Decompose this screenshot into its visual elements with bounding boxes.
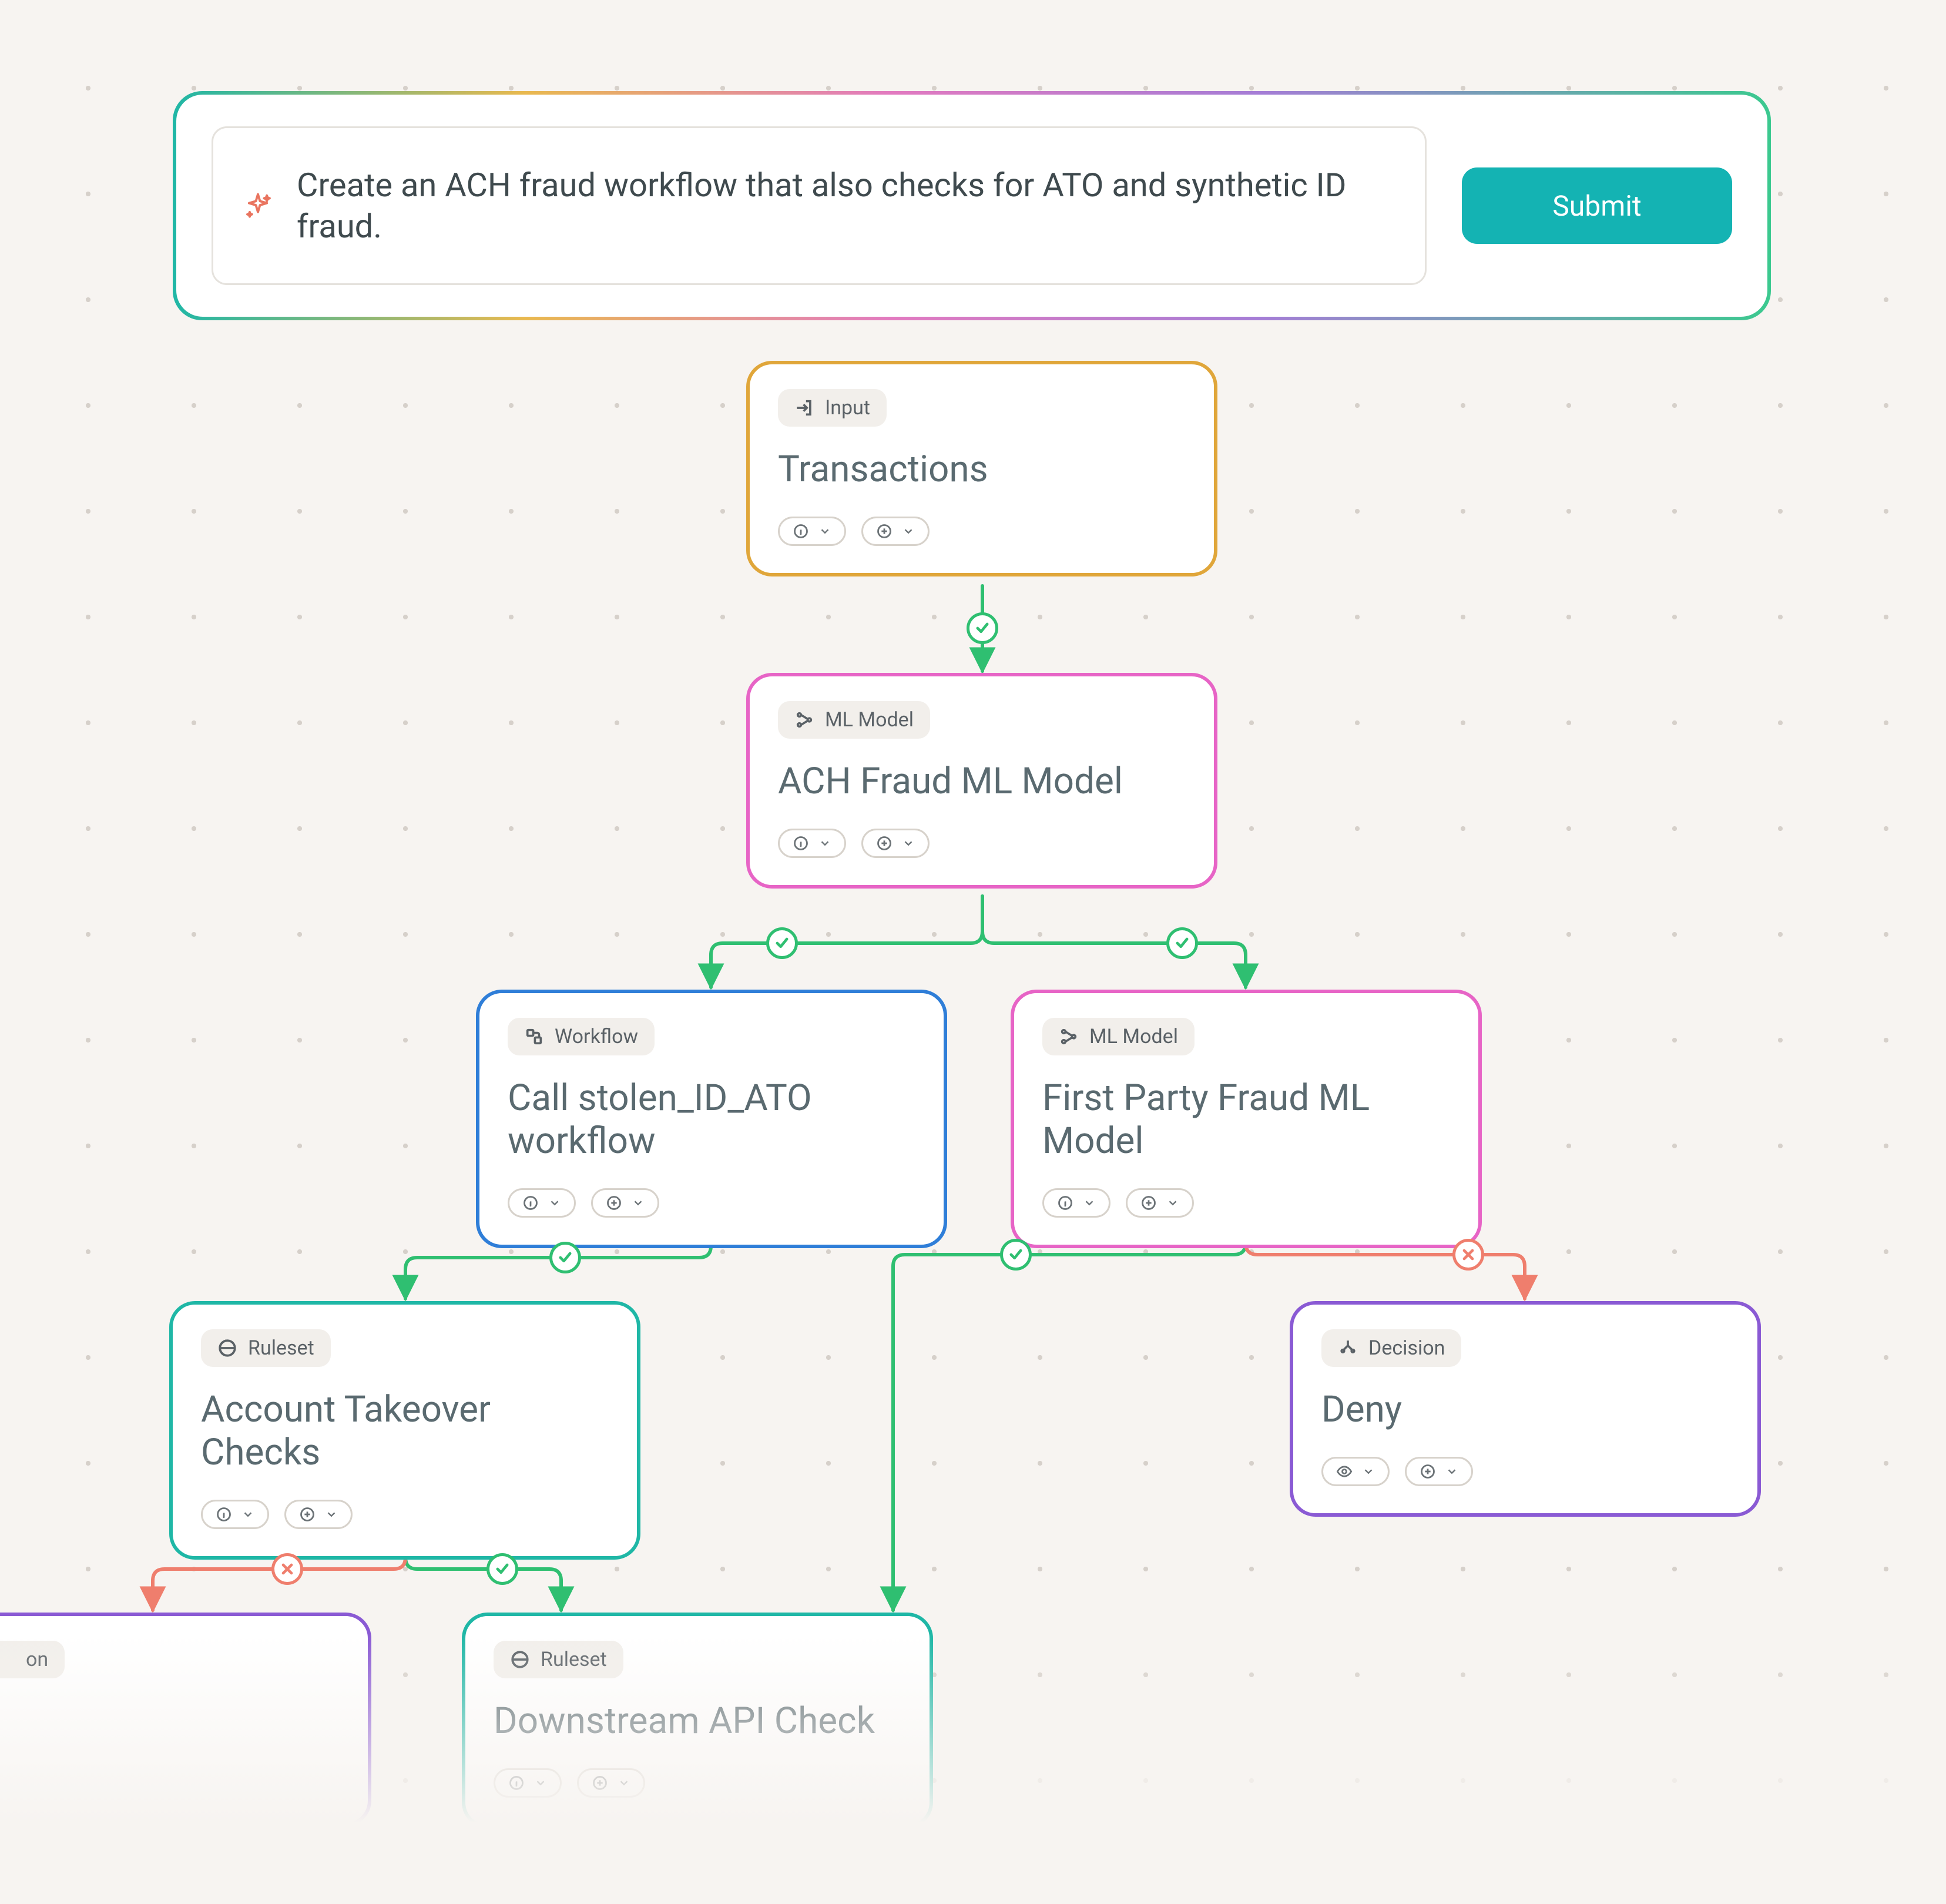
node-info-pill[interactable] [778, 829, 846, 858]
node-add-pill[interactable] [861, 517, 930, 546]
decision-icon [1338, 1338, 1358, 1358]
node-add-pill[interactable] [577, 1768, 645, 1798]
submit-button[interactable]: Submit [1462, 167, 1732, 244]
node-partial-decision[interactable]: on [0, 1613, 371, 1826]
node-downstream-api-check[interactable]: Ruleset Downstream API Check [462, 1613, 933, 1828]
input-icon [794, 398, 814, 418]
prompt-input[interactable]: Create an ACH fraud workflow that also c… [212, 126, 1427, 285]
chevron-down-icon [902, 525, 915, 538]
tag-label: Decision [1368, 1336, 1445, 1360]
node-title: Transactions [778, 448, 1186, 491]
chevron-down-icon [818, 837, 831, 850]
info-icon [793, 835, 809, 852]
node-first-party-fraud-model[interactable]: ML Model First Party Fraud ML Model [1011, 990, 1482, 1248]
node-tag-decision-partial: on [0, 1641, 65, 1678]
edge-badge-ok [486, 1553, 518, 1585]
node-stolen-id-workflow[interactable]: Workflow Call stolen_ID_ATO workflow [476, 990, 947, 1248]
plus-circle-icon [1140, 1195, 1157, 1211]
node-tag-workflow: Workflow [508, 1018, 655, 1055]
node-ach-fraud-model[interactable]: ML Model ACH Fraud ML Model [746, 673, 1217, 889]
eye-icon [1336, 1463, 1353, 1480]
node-add-pill[interactable] [861, 829, 930, 858]
submit-button-label: Submit [1552, 189, 1641, 223]
tag-label: Workflow [555, 1025, 638, 1048]
prompt-bar-inner: Create an ACH fraud workflow that also c… [176, 95, 1767, 317]
chevron-down-icon [632, 1196, 645, 1209]
plus-circle-icon [606, 1195, 622, 1211]
model-icon [794, 710, 814, 730]
node-tag-decision: Decision [1321, 1329, 1461, 1367]
node-info-pill[interactable] [508, 1188, 576, 1218]
prompt-bar: Create an ACH fraud workflow that also c… [173, 91, 1771, 320]
plus-circle-icon [299, 1506, 316, 1523]
chevron-down-icon [618, 1776, 630, 1789]
node-title: First Party Fraud ML Model [1042, 1077, 1450, 1162]
plus-circle-icon [1420, 1463, 1436, 1480]
plus-circle-icon [876, 835, 893, 852]
edge-badge-ok [967, 612, 998, 644]
info-icon [793, 523, 809, 539]
node-title: Deny [1321, 1388, 1729, 1431]
chevron-down-icon [241, 1508, 254, 1521]
chevron-down-icon [325, 1508, 338, 1521]
info-icon [522, 1195, 539, 1211]
model-icon [1059, 1027, 1079, 1047]
edge-badge-fail [271, 1553, 303, 1585]
node-info-pill[interactable] [1042, 1188, 1110, 1218]
node-deny[interactable]: Decision Deny [1290, 1301, 1761, 1517]
node-title [0, 1699, 340, 1741]
tag-label: ML Model [1089, 1025, 1178, 1048]
info-icon [508, 1775, 525, 1791]
node-title: Downstream API Check [494, 1699, 901, 1742]
chevron-down-icon [1362, 1465, 1375, 1478]
chevron-down-icon [902, 837, 915, 850]
chevron-down-icon [1445, 1465, 1458, 1478]
node-tag-mlmodel: ML Model [778, 701, 930, 739]
node-info-pill[interactable] [778, 517, 846, 546]
node-view-pill[interactable] [1321, 1457, 1390, 1486]
prompt-text: Create an ACH fraud workflow that also c… [297, 165, 1395, 247]
info-icon [216, 1506, 232, 1523]
plus-circle-icon [876, 523, 893, 539]
node-info-pill[interactable] [494, 1768, 562, 1798]
edge-badge-ok [766, 927, 798, 959]
info-icon [1057, 1195, 1073, 1211]
node-tag-mlmodel: ML Model [1042, 1018, 1195, 1055]
tag-label: Ruleset [541, 1648, 607, 1671]
node-title: Call stolen_ID_ATO workflow [508, 1077, 915, 1162]
chevron-down-icon [1166, 1196, 1179, 1209]
sparkle-icon [243, 190, 273, 221]
node-add-pill[interactable] [1126, 1188, 1194, 1218]
node-add-pill[interactable] [591, 1188, 659, 1218]
workflow-icon [524, 1027, 544, 1047]
edge-badge-fail [1452, 1239, 1484, 1271]
node-add-pill[interactable] [1405, 1457, 1473, 1486]
node-tag-ruleset: Ruleset [201, 1329, 331, 1367]
chevron-down-icon [548, 1196, 561, 1209]
chevron-down-icon [1083, 1196, 1096, 1209]
node-tag-input: Input [778, 389, 887, 427]
edge-badge-ok [1166, 927, 1198, 959]
edge-badge-ok [549, 1242, 581, 1273]
ruleset-icon [217, 1338, 237, 1358]
tag-label: ML Model [825, 708, 914, 732]
node-tag-ruleset: Ruleset [494, 1641, 623, 1678]
node-add-pill[interactable] [284, 1500, 353, 1529]
node-title: Account Takeover Checks [201, 1388, 609, 1474]
node-info-pill[interactable] [201, 1500, 269, 1529]
chevron-down-icon [818, 525, 831, 538]
tag-label-fragment: on [26, 1648, 48, 1671]
plus-circle-icon [592, 1775, 608, 1791]
edge-badge-ok [1000, 1239, 1032, 1271]
ruleset-icon [510, 1650, 530, 1670]
chevron-down-icon [534, 1776, 547, 1789]
node-account-takeover-checks[interactable]: Ruleset Account Takeover Checks [169, 1301, 640, 1560]
node-transactions[interactable]: Input Transactions [746, 361, 1217, 576]
node-title: ACH Fraud ML Model [778, 760, 1186, 803]
tag-label: Input [825, 396, 870, 420]
tag-label: Ruleset [248, 1336, 314, 1360]
